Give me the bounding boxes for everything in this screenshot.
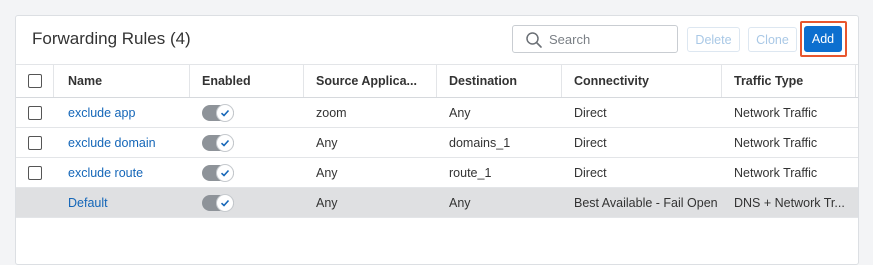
table-row[interactable]: exclude app zoom Any Direct Network Traf…: [16, 98, 858, 128]
search-icon: [526, 32, 542, 48]
row-checkbox[interactable]: [28, 165, 42, 180]
enabled-toggle[interactable]: [202, 193, 234, 212]
destination-cell: Any: [449, 105, 471, 120]
traffic-type-cell: Network Traffic: [734, 135, 818, 150]
destination-cell: route_1: [449, 165, 492, 180]
row-checkbox[interactable]: [28, 105, 42, 120]
table-row[interactable]: exclude domain Any domains_1 Direct Netw…: [16, 128, 858, 158]
clone-button[interactable]: Clone: [748, 27, 797, 52]
traffic-type-cell: Network Traffic: [734, 105, 818, 120]
column-header-enabled[interactable]: Enabled: [190, 65, 304, 97]
source-cell: Any: [316, 195, 338, 210]
destination-cell: domains_1: [449, 135, 511, 150]
rule-name-link[interactable]: exclude route: [54, 158, 190, 187]
table-header: Name Enabled Source Applica... Destinati…: [16, 64, 858, 98]
delete-button[interactable]: Delete: [687, 27, 740, 52]
rule-name-link[interactable]: Default: [54, 188, 190, 217]
row-select-cell: [16, 158, 54, 187]
enabled-cell: [190, 128, 304, 157]
column-header-destination[interactable]: Destination: [437, 65, 562, 97]
checkmark-icon: [220, 139, 230, 147]
checkmark-icon: [220, 199, 230, 207]
enabled-cell: [190, 188, 304, 217]
connectivity-cell: Best Available - Fail Open: [574, 195, 718, 210]
select-all-checkbox[interactable]: [27, 74, 42, 88]
rule-name-link[interactable]: exclude domain: [54, 128, 190, 157]
enabled-toggle[interactable]: [202, 133, 234, 152]
table-row[interactable]: exclude route Any route_1 Direct Network…: [16, 158, 858, 188]
search-input[interactable]: [549, 30, 669, 48]
enabled-toggle[interactable]: [202, 103, 234, 122]
column-header-traffic-type[interactable]: Traffic Type: [722, 65, 856, 97]
source-cell: Any: [316, 165, 338, 180]
add-button[interactable]: Add: [804, 26, 842, 52]
enabled-cell: [190, 158, 304, 187]
row-select-cell: [16, 128, 54, 157]
traffic-type-cell: Network Traffic: [734, 165, 818, 180]
source-cell: Any: [316, 135, 338, 150]
source-cell: zoom: [316, 105, 347, 120]
row-select-cell: [16, 98, 54, 127]
row-checkbox[interactable]: [28, 135, 42, 150]
column-header-name[interactable]: Name: [54, 65, 190, 97]
row-select-cell: [16, 188, 54, 217]
rule-name-link[interactable]: exclude app: [54, 98, 190, 127]
connectivity-cell: Direct: [574, 105, 607, 120]
enabled-toggle[interactable]: [202, 163, 234, 182]
panel-title: Forwarding Rules (4): [32, 29, 191, 48]
column-header-source[interactable]: Source Applica...: [304, 65, 437, 97]
forwarding-rules-panel: Forwarding Rules (4) Delete Clone Add Na…: [15, 15, 859, 265]
checkmark-icon: [220, 169, 230, 177]
search-box[interactable]: [512, 25, 678, 53]
select-all-cell: [16, 65, 54, 97]
enabled-cell: [190, 98, 304, 127]
table-row-default[interactable]: Default Any Any Best Available - Fail Op…: [16, 188, 858, 218]
checkmark-icon: [220, 109, 230, 117]
connectivity-cell: Direct: [574, 135, 607, 150]
traffic-type-cell: DNS + Network Tr...: [734, 195, 845, 210]
connectivity-cell: Direct: [574, 165, 607, 180]
column-header-connectivity[interactable]: Connectivity: [562, 65, 722, 97]
destination-cell: Any: [449, 195, 471, 210]
